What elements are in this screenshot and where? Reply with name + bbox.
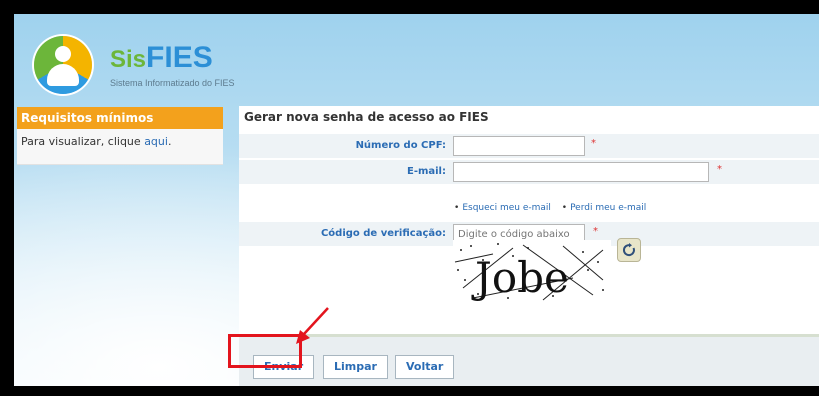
send-button-highlight [228,334,302,368]
lost-email-link[interactable]: Perdi meu e-mail [570,203,646,213]
email-help-links: • Esqueci meu e-mail • Perdi meu e-mail [454,203,647,213]
cpf-label: Número do CPF: [355,140,446,151]
cpf-required-mark: * [591,138,596,149]
page-screen: SisFIES Sistema Informatizado do FIES Re… [14,14,819,386]
clear-button[interactable]: Limpar [323,355,388,379]
captcha-text: Jobe [471,253,569,302]
brand-name: SisFIES [110,41,213,74]
sidebar-requirements: Para visualizar, clique aqui. [17,129,223,165]
frame-top [0,0,819,14]
requirements-link[interactable]: aqui [144,135,168,148]
brand-tagline: Sistema Informatizado do FIES [110,78,235,88]
forgot-email-link[interactable]: Esqueci meu e-mail [462,203,551,213]
frame-bottom [0,386,819,396]
cpf-input[interactable] [453,136,585,156]
back-button[interactable]: Voltar [395,355,455,379]
page-title: Gerar nova senha de acesso ao FIES [244,110,489,124]
sidebar-heading: Requisitos mínimos [17,107,223,129]
verification-code-label: Código de verificação: [320,228,446,239]
captcha-image: Jobe [453,240,611,302]
frame-left [0,0,14,396]
email-required-mark: * [717,164,722,175]
logo-icon [34,36,92,94]
code-required-mark: * [593,226,598,237]
refresh-captcha-icon[interactable] [617,238,641,262]
email-input[interactable] [453,162,709,182]
email-label: E-mail: [406,166,446,177]
